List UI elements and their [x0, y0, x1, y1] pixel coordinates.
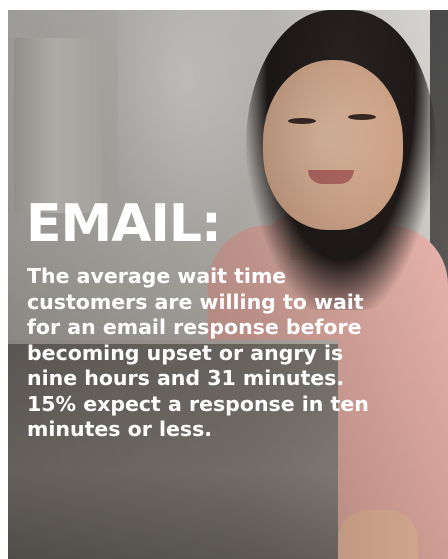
- stat-line: nine hours and 31 minutes.: [27, 366, 345, 390]
- stat-line: becoming upset or angry is: [27, 340, 344, 365]
- stat-line: for an email response before: [27, 315, 362, 339]
- stat-text: The average wait time customers are will…: [27, 264, 437, 443]
- stat-line: The average wait time: [27, 264, 287, 288]
- stat-line: minutes or less.: [27, 417, 213, 441]
- stat-line: 15% expect a response in ten: [27, 391, 369, 416]
- heading: EMAIL:: [26, 194, 222, 254]
- email-stat-card: EMAIL: The average wait time customers a…: [0, 0, 448, 559]
- stat-line: customers are willing to wait: [27, 289, 364, 314]
